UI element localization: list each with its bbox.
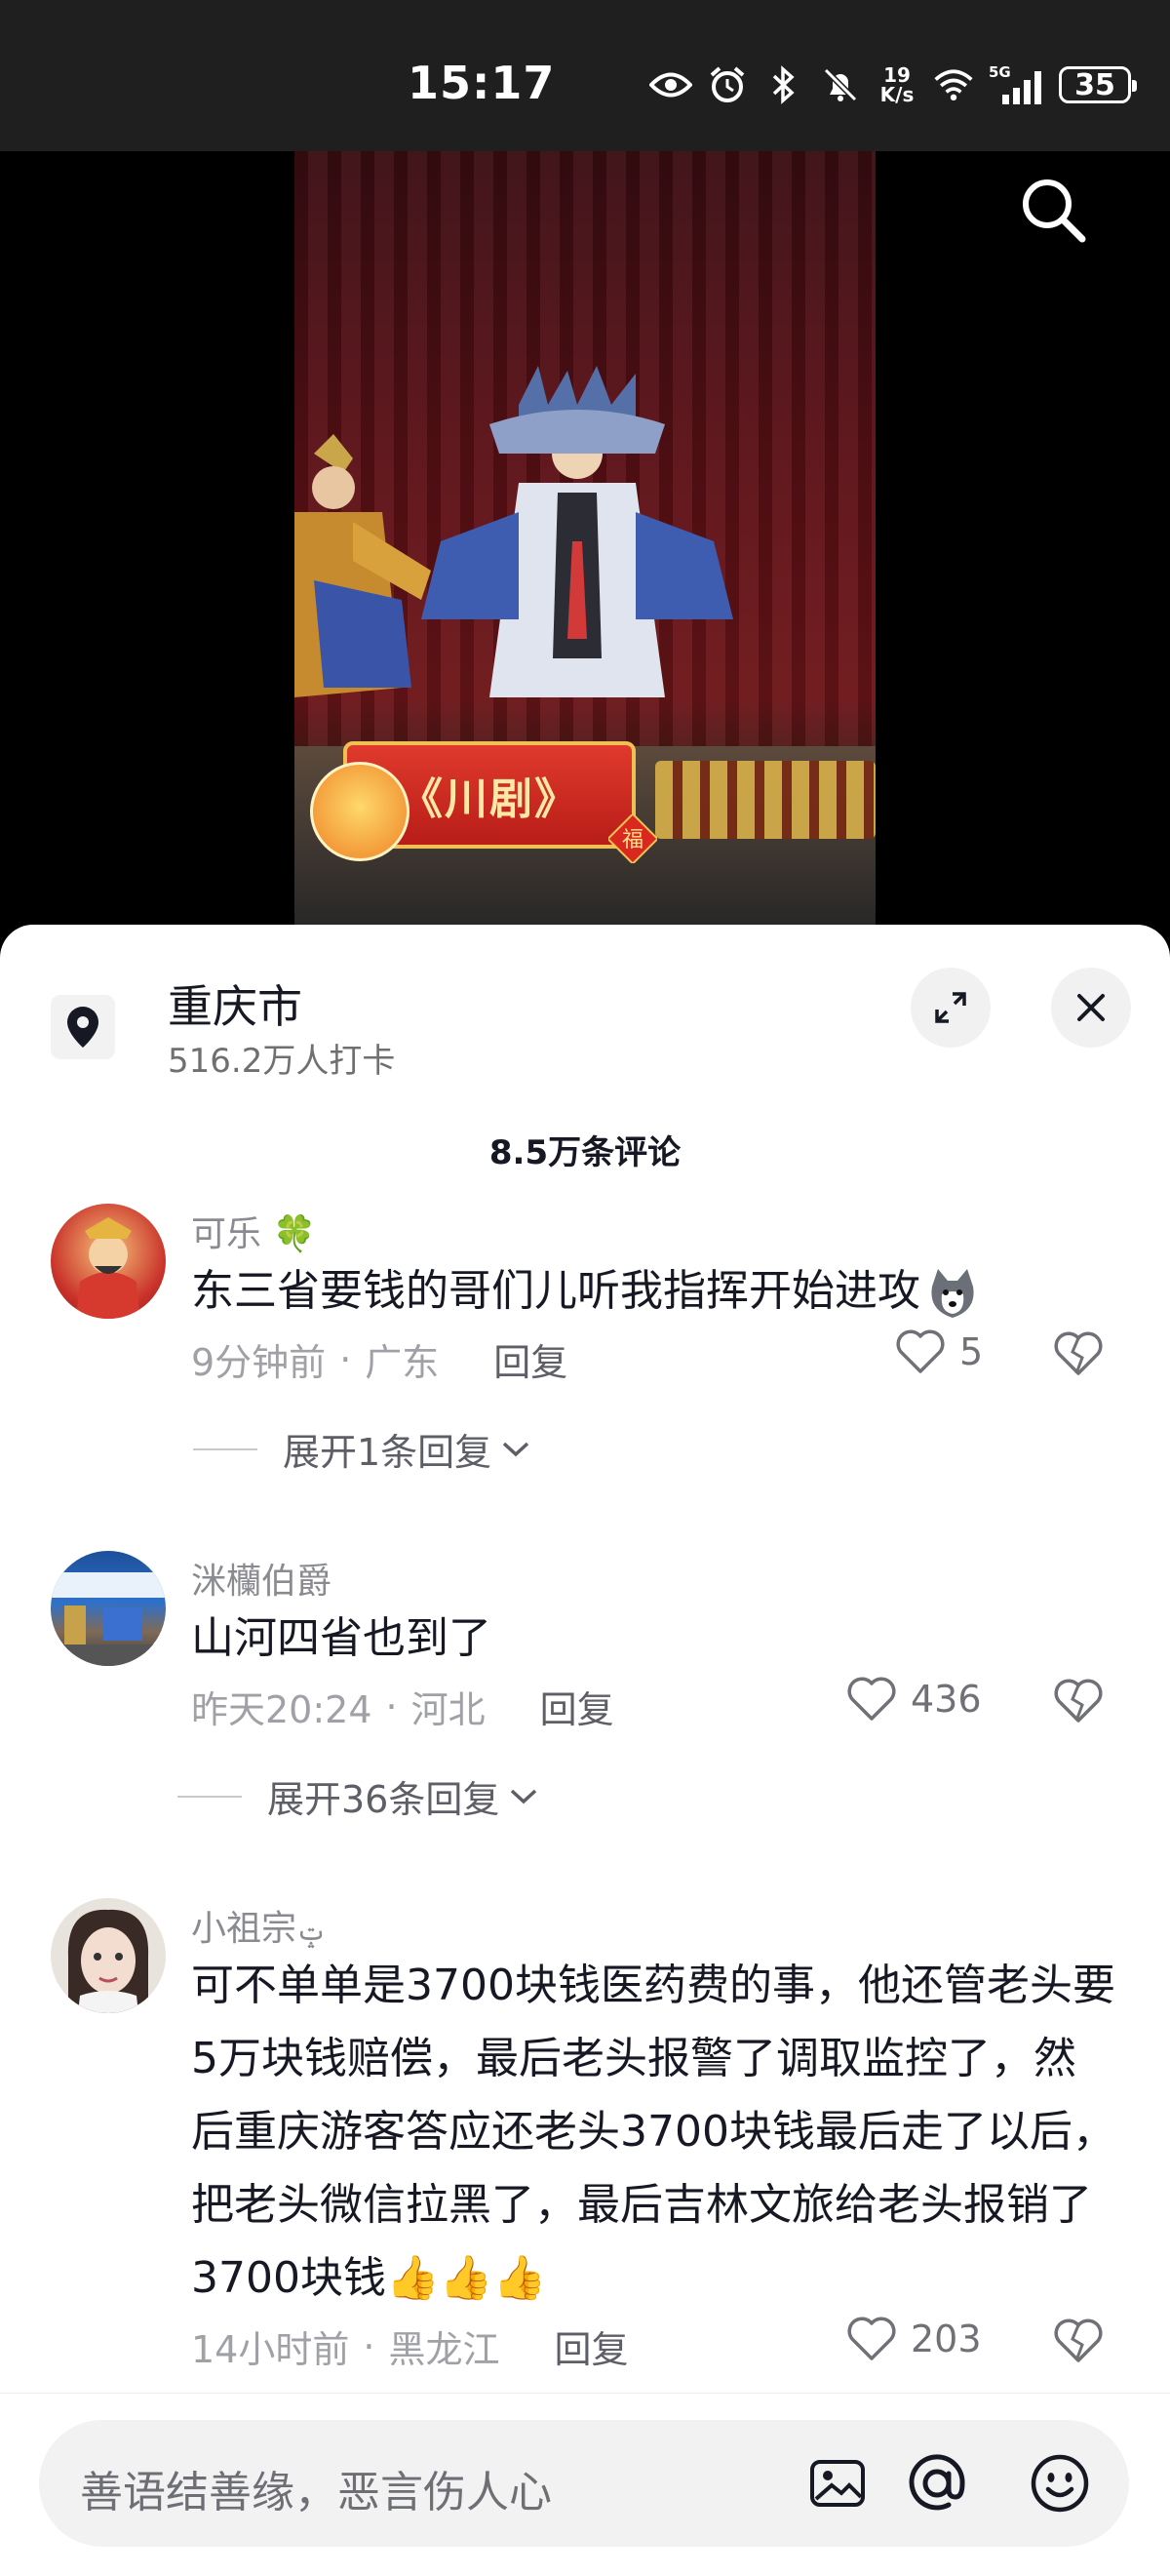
comment-username[interactable]: 小祖宗ݓ — [191, 1900, 326, 1951]
chevron-down-icon — [511, 1789, 537, 1803]
dislike-button[interactable] — [1053, 2318, 1104, 2368]
stage-ornament — [655, 761, 876, 839]
reply-button[interactable]: 回复 — [554, 2319, 628, 2373]
comment-region: 黑龙江 — [388, 2328, 500, 2371]
status-icons: 19 K/s 5G 35 — [649, 60, 1137, 109]
like-button[interactable]: 436 — [846, 1676, 982, 1723]
expand-replies[interactable]: 展开1条回复 — [193, 1422, 532, 1476]
comment-time: 14小时前 — [191, 2328, 350, 2371]
decoration-icon: ݓ — [296, 1918, 327, 1947]
comment-time: 昨天20:24 — [191, 1688, 372, 1731]
expand-replies-label: 展开36条回复 — [267, 1778, 500, 1821]
signal-icon: 5G — [989, 63, 1045, 106]
emoji-icon[interactable] — [1028, 2451, 1092, 2516]
comment-text: 可不单单是3700块钱医药费的事，他还管老头要5万块钱赔偿，最后老头报警了调取监… — [191, 1961, 1115, 2303]
broken-heart-icon — [1054, 1331, 1103, 1375]
image-icon[interactable] — [805, 2451, 870, 2516]
comment-region: 河北 — [410, 1688, 486, 1731]
dislike-button[interactable] — [1053, 1678, 1104, 1728]
bluetooth-icon — [762, 63, 805, 106]
avatar[interactable] — [51, 1551, 166, 1666]
status-bar: 15:17 19 K/s 5G 35 — [0, 0, 1170, 151]
like-count: 5 — [959, 1330, 984, 1373]
location-pin-icon[interactable] — [51, 995, 115, 1059]
comment-time: 9分钟前 — [191, 1341, 327, 1384]
expand-button[interactable] — [911, 968, 991, 1048]
clover-icon: 🍀 — [272, 1214, 317, 1254]
meta-separator: · — [385, 1684, 398, 1728]
expand-icon — [935, 992, 966, 1023]
location-checkins: 516.2万人打卡 — [168, 1042, 396, 1081]
status-time: 15:17 — [408, 57, 556, 109]
battery-indicator: 35 — [1059, 66, 1137, 103]
mute-bell-icon — [819, 63, 862, 106]
comments-count: 8.5万条评论 — [488, 1133, 682, 1172]
search-icon[interactable] — [1014, 171, 1092, 249]
comment-region: 广东 — [365, 1341, 440, 1384]
like-count: 436 — [911, 1678, 982, 1721]
mascot-sticker — [310, 762, 410, 861]
broken-heart-icon — [1054, 2318, 1103, 2362]
meta-separator: · — [363, 2324, 375, 2368]
comment-input-area: 善语结善缘，恶言伤人心 — [0, 2393, 1170, 2576]
avatar[interactable] — [51, 1898, 166, 2013]
heart-icon — [847, 1677, 896, 1721]
close-icon — [1077, 994, 1105, 1021]
comment-input[interactable]: 善语结善缘，恶言伤人心 — [39, 2420, 1129, 2547]
chevron-down-icon — [503, 1442, 529, 1456]
reply-button[interactable]: 回复 — [493, 1332, 567, 1386]
comment-input-placeholder: 善语结善缘，恶言伤人心 — [80, 2468, 552, 2517]
like-button[interactable]: 5 — [895, 1328, 983, 1375]
heart-icon — [896, 1329, 945, 1373]
dislike-button[interactable] — [1053, 1330, 1104, 1381]
fu-char: 福 — [622, 828, 644, 852]
expand-replies[interactable]: 展开36条回复 — [177, 1769, 540, 1823]
avatar[interactable] — [51, 1204, 166, 1319]
mention-icon[interactable] — [905, 2451, 969, 2516]
comment-text: 东三省要钱的哥们儿听我指挥开始进攻 — [191, 1254, 1117, 1328]
divider — [193, 1447, 257, 1450]
net-speed: 19 K/s — [876, 63, 918, 106]
wifi-icon — [932, 63, 975, 106]
video-player[interactable]: 《川剧》 福 — [0, 151, 1170, 931]
net-speed-value: 19 — [883, 63, 911, 87]
location-name[interactable]: 重庆市 — [168, 971, 302, 1036]
reply-button[interactable]: 回复 — [540, 1680, 614, 1733]
meta-separator: · — [339, 1337, 352, 1381]
heart-icon — [847, 2317, 896, 2360]
performer-center — [421, 366, 733, 697]
eye-icon — [649, 63, 692, 106]
comment-meta: 9分钟前 · 广东 回复 — [191, 1332, 567, 1386]
alarm-icon — [706, 63, 749, 106]
expand-replies-label: 展开1条回复 — [283, 1431, 492, 1474]
comment-username[interactable]: 可乐 🍀 — [191, 1206, 316, 1256]
close-button[interactable] — [1051, 968, 1131, 1048]
comment-meta: 昨天20:24 · 河北 回复 — [191, 1680, 614, 1733]
broken-heart-icon — [1054, 1679, 1103, 1723]
video-frame: 《川剧》 福 — [294, 151, 876, 931]
comment-username[interactable]: 洣欗伯爵 — [191, 1553, 332, 1604]
net-speed-unit: K/s — [879, 83, 915, 106]
like-button[interactable]: 203 — [846, 2316, 982, 2362]
comment-meta: 14小时前 · 黑龙江 回复 — [191, 2319, 628, 2373]
husky-emoji-icon — [924, 1265, 981, 1322]
like-count: 203 — [911, 2318, 982, 2360]
network-type: 5G — [989, 63, 1011, 81]
comment-text: 山河四省也到了 — [191, 1613, 491, 1663]
divider — [177, 1795, 242, 1798]
comment-sheet: 重庆市 516.2万人打卡 8.5万条评论 可乐 🍀 东三省要钱的哥们儿听我指挥… — [0, 925, 1170, 2575]
fu-sticker: 福 — [608, 814, 657, 863]
